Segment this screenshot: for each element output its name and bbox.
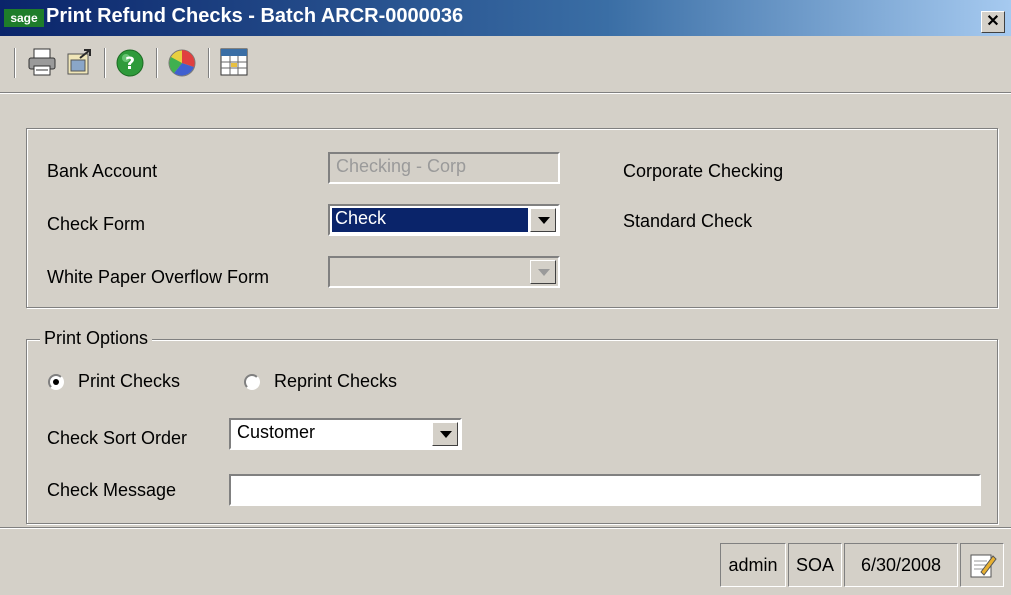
check-form-description: Standard Check [623, 211, 753, 231]
print-checks-label[interactable]: Print Checks [78, 371, 180, 392]
export-icon [67, 49, 91, 75]
reprint-checks-radio[interactable] [244, 374, 260, 390]
toolbar: ? [0, 40, 1011, 86]
toolbar-separator [104, 48, 106, 78]
sort-order-value: Customer [237, 422, 316, 442]
bank-account-field: Checking - Corp [328, 152, 560, 184]
window-title: Print Refund Checks - Batch ARCR-0000036 [46, 5, 464, 27]
toolbar-separator [156, 48, 158, 78]
calendar-grid-icon [220, 48, 248, 76]
color-button[interactable] [166, 46, 198, 78]
print-checks-radio[interactable] [48, 374, 64, 390]
status-company: SOA [788, 543, 842, 587]
close-icon: ✕ [986, 13, 1000, 30]
check-form-dropdown-button[interactable] [530, 208, 556, 232]
toolbar-separator [14, 48, 16, 78]
toolbar-divider [0, 92, 1011, 94]
status-user: admin [720, 543, 786, 587]
export-button[interactable] [64, 46, 96, 78]
notepad-button[interactable] [960, 543, 1004, 587]
sort-order-dropdown-button[interactable] [432, 422, 458, 446]
bank-account-label: Bank Account [47, 161, 158, 181]
help-button[interactable]: ? [114, 46, 146, 78]
calendar-button[interactable] [218, 46, 250, 78]
sort-order-label: Check Sort Order [47, 428, 188, 448]
overflow-form-select [328, 256, 560, 288]
reprint-checks-label[interactable]: Reprint Checks [274, 371, 397, 392]
close-button[interactable]: ✕ [981, 11, 1005, 33]
notepad-icon [970, 554, 997, 578]
print-options-legend: Print Options [40, 328, 153, 349]
toolbar-separator [208, 48, 210, 78]
print-button[interactable] [26, 46, 58, 78]
title-bar: sage Print Refund Checks - Batch ARCR-00… [0, 0, 1011, 36]
sort-order-select[interactable]: Customer [229, 418, 462, 450]
overflow-form-label: White Paper Overflow Form [47, 267, 270, 287]
svg-text:?: ? [125, 54, 135, 74]
status-date: 6/30/2008 [844, 543, 958, 587]
help-icon: ? [116, 49, 144, 77]
bottom-divider [0, 527, 1011, 529]
check-message-label: Check Message [47, 480, 177, 500]
print-icon [28, 48, 56, 76]
color-wheel-icon [168, 49, 196, 77]
bank-account-description: Corporate Checking [623, 161, 784, 181]
check-form-value: Check [331, 207, 529, 233]
bank-account-value: Checking - Corp [336, 156, 467, 176]
print-refund-checks-window: sage Print Refund Checks - Batch ARCR-00… [0, 0, 1011, 592]
overflow-form-dropdown-button [530, 260, 556, 284]
check-message-input[interactable] [229, 474, 981, 506]
check-form-select[interactable]: Check [328, 204, 560, 236]
check-form-label: Check Form [47, 214, 146, 234]
sage-logo: sage [4, 9, 44, 27]
